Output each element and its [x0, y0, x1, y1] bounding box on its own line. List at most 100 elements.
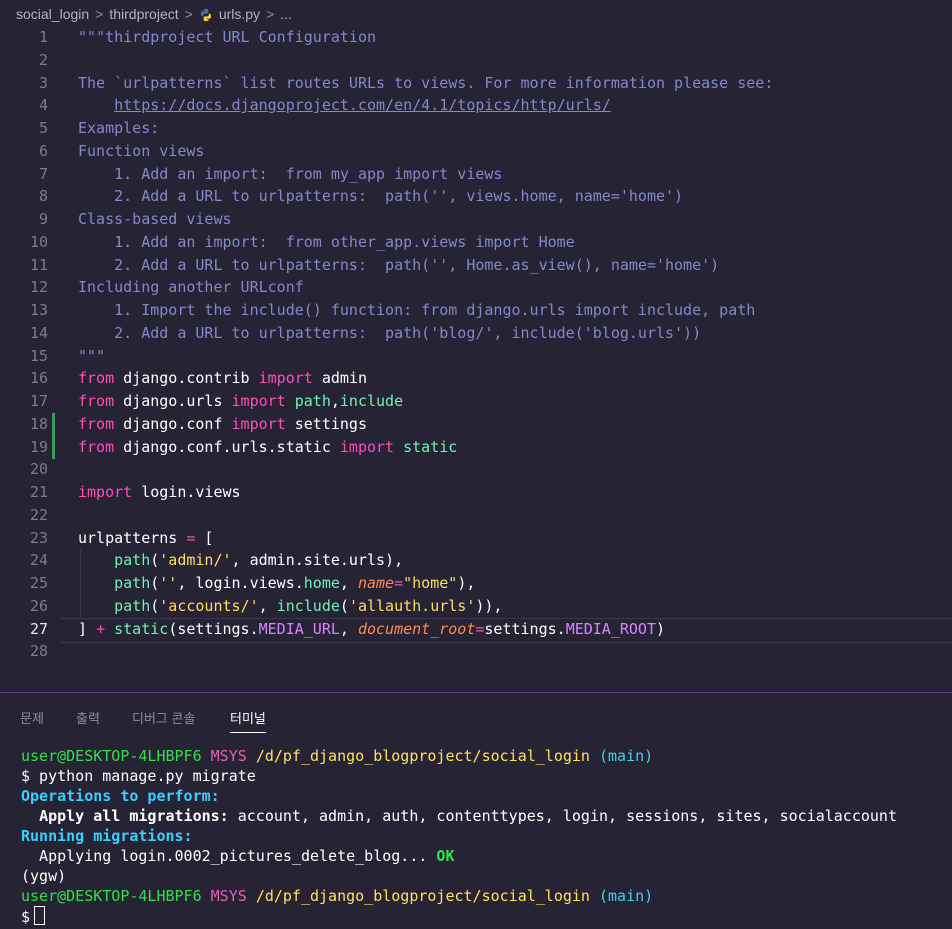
line-number[interactable]: 2 — [0, 49, 48, 72]
code-token: Examples: — [78, 119, 160, 137]
code-token: login.views — [132, 483, 241, 501]
code-line[interactable]: 20 — [0, 458, 952, 481]
tab-debug-console[interactable]: 디버그 콘솔 — [132, 708, 195, 727]
code-line[interactable]: 22 — [0, 504, 952, 527]
code-token: path — [114, 596, 151, 615]
breadcrumb-item-file[interactable]: urls.py — [219, 6, 260, 22]
line-number[interactable]: 20 — [0, 458, 48, 481]
code-line[interactable]: 13 1. Import the include() function: fro… — [0, 299, 952, 322]
tab-problems[interactable]: 문제 — [20, 708, 44, 727]
code-token: , — [330, 392, 340, 410]
code-text: path('accounts/', include('allauth.urls'… — [78, 595, 502, 618]
code-text: Class-based views — [78, 208, 232, 231]
panel-divider[interactable] — [0, 692, 952, 693]
line-number[interactable]: 25 — [0, 572, 48, 595]
code-token: 2. Add a URL to urlpatterns: path('blog/… — [78, 323, 702, 342]
code-line[interactable]: 23 urlpatterns = [ — [0, 527, 952, 550]
code-line[interactable]: 4 https://docs.djangoproject.com/en/4.1/… — [0, 94, 952, 117]
code-line[interactable]: 3 The `urlpatterns` list routes URLs to v… — [0, 72, 952, 95]
code-line[interactable]: 16 from django.contrib import admin — [0, 367, 952, 390]
line-number[interactable]: 3 — [0, 72, 48, 95]
code-line[interactable]: 6 Function views — [0, 140, 952, 163]
code-text: https://docs.djangoproject.com/en/4.1/to… — [78, 94, 611, 117]
tab-output[interactable]: 출력 — [76, 708, 100, 727]
code-line[interactable]: 7 1. Add an import: from my_app import v… — [0, 163, 952, 186]
breadcrumb-item-subfolder[interactable]: thirdproject — [109, 6, 178, 22]
code-line[interactable]: 12 Including another URLconf — [0, 276, 952, 299]
code-token: (settings. — [168, 619, 259, 638]
line-number[interactable]: 18 — [0, 413, 48, 436]
code-line[interactable]: 5 Examples: — [0, 117, 952, 140]
code-token: ( — [339, 596, 349, 615]
modified-line-indicator[interactable] — [52, 412, 55, 436]
line-number[interactable]: 24 — [0, 549, 48, 572]
tab-terminal[interactable]: 터미널 — [230, 708, 266, 733]
code-line[interactable]: 14 2. Add a URL to urlpatterns: path('bl… — [0, 322, 952, 345]
terminal-line: Running migrations: — [21, 826, 951, 846]
code-line[interactable]: 28 — [0, 640, 952, 663]
code-editor[interactable]: 1 """thirdproject URL Configuration 2 3 The … — [0, 26, 952, 686]
code-line[interactable]: 27] + static(settings.MEDIA_URL, documen… — [0, 617, 952, 643]
code-token: from — [78, 369, 115, 388]
line-number[interactable]: 13 — [0, 299, 48, 322]
line-number[interactable]: 26 — [0, 595, 48, 618]
code-token: static — [114, 619, 169, 638]
line-number[interactable]: 28 — [0, 640, 48, 663]
line-number[interactable]: 8 — [0, 185, 48, 208]
line-number[interactable]: 17 — [0, 390, 48, 413]
code-line[interactable]: 10 1. Add an import: from other_app.view… — [0, 231, 952, 254]
code-text: path('admin/', admin.site.urls), — [78, 549, 403, 572]
code-token: import — [78, 483, 133, 501]
terminal-token: /d/pf_django_blogproject/social_login — [255, 747, 590, 765]
code-token: from — [78, 392, 115, 410]
code-text: from django.conf import settings — [78, 413, 367, 436]
code-line[interactable]: 15 """ — [0, 345, 952, 368]
line-number[interactable]: 12 — [0, 276, 48, 299]
breadcrumb-item-folder[interactable]: social_login — [16, 6, 89, 22]
line-number[interactable]: 27 — [0, 618, 48, 641]
code-token: 2. Add a URL to urlpatterns: path('', vi… — [78, 187, 684, 206]
terminal-token: OK — [436, 847, 455, 865]
terminal-output[interactable]: user@DESKTOP-4LHBPF6 MSYS /d/pf_django_b… — [21, 746, 951, 926]
code-line[interactable]: 25 path('', login.views.home, name="home… — [0, 572, 952, 595]
line-number[interactable]: 4 — [0, 94, 48, 117]
code-line[interactable]: 26 path('accounts/', include('allauth.ur… — [0, 594, 952, 618]
code-line[interactable]: 18 from django.conf import settings — [0, 412, 952, 436]
breadcrumb-item-symbol[interactable]: ... — [280, 6, 292, 22]
code-token: ) — [656, 619, 666, 638]
code-text: Function views — [78, 140, 204, 163]
code-line[interactable]: 9 Class-based views — [0, 208, 952, 231]
line-number[interactable]: 22 — [0, 504, 48, 527]
code-text: Examples: — [78, 117, 159, 140]
line-number[interactable]: 6 — [0, 140, 48, 163]
line-number[interactable]: 19 — [0, 436, 48, 459]
code-line[interactable]: 19 from django.conf.urls.static import st… — [0, 435, 952, 459]
code-line[interactable]: 24 path('admin/', admin.site.urls), — [0, 549, 952, 573]
code-token: ), — [457, 574, 476, 592]
line-number[interactable]: 16 — [0, 367, 48, 390]
modified-line-indicator[interactable] — [52, 435, 55, 459]
code-line[interactable]: 11 2. Add a URL to urlpatterns: path('',… — [0, 254, 952, 277]
terminal-token: (ygw) — [21, 867, 67, 885]
line-number[interactable]: 21 — [0, 481, 48, 504]
code-token: import — [258, 369, 313, 388]
code-line[interactable]: 8 2. Add a URL to urlpatterns: path('', … — [0, 185, 952, 208]
line-number[interactable]: 9 — [0, 208, 48, 231]
line-number[interactable]: 1 — [0, 26, 48, 49]
line-number[interactable]: 14 — [0, 322, 48, 345]
code-line[interactable]: 17 from django.urls import path,include — [0, 390, 952, 413]
code-line[interactable]: 2 — [0, 49, 952, 72]
line-number[interactable]: 11 — [0, 254, 48, 277]
line-number[interactable]: 23 — [0, 527, 48, 550]
code-line[interactable]: 21 import login.views — [0, 481, 952, 504]
line-number[interactable]: 7 — [0, 163, 48, 186]
line-number[interactable]: 5 — [0, 117, 48, 140]
line-number[interactable]: 10 — [0, 231, 48, 254]
code-line[interactable]: 1 """thirdproject URL Configuration — [0, 26, 952, 49]
line-number[interactable]: 15 — [0, 345, 48, 368]
